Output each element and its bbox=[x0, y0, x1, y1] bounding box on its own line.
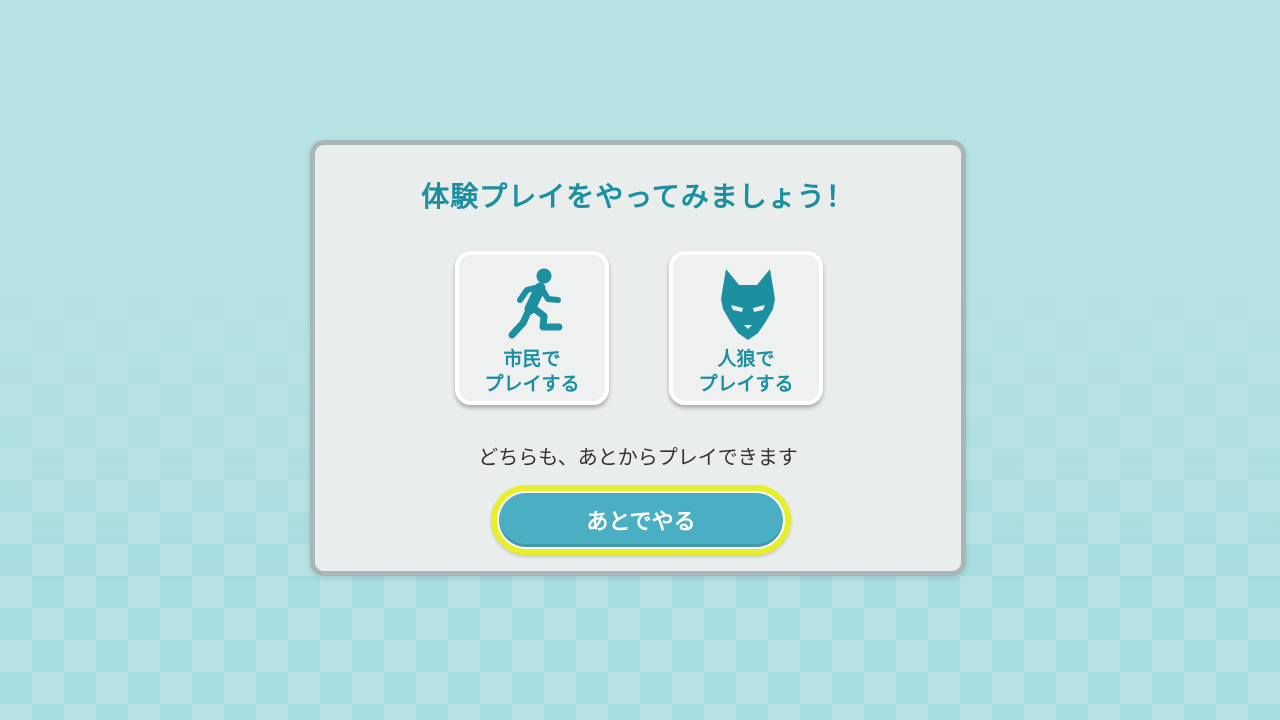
werewolf-label-line1: 人狼で bbox=[717, 348, 775, 370]
do-later-button[interactable]: あとでやる bbox=[491, 485, 791, 555]
play-as-citizen-button[interactable]: 市民で プレイする bbox=[455, 251, 609, 405]
werewolf-label: 人狼で プレイする bbox=[673, 347, 819, 397]
dialog-title: 体験プレイをやってみましょう！ bbox=[421, 180, 855, 213]
running-person-icon bbox=[508, 268, 563, 339]
werewolf-label-line2: プレイする bbox=[698, 373, 794, 395]
trial-play-dialog: 体験プレイをやってみましょう！ 市民で プレイする 人狼で プレイする どちらも… bbox=[310, 140, 966, 576]
citizen-label-line2: プレイする bbox=[484, 373, 580, 395]
hint-text: どちらも、あとからプレイできます bbox=[478, 445, 798, 469]
citizen-label: 市民で プレイする bbox=[459, 347, 605, 397]
wolf-head-icon bbox=[721, 269, 775, 340]
play-as-werewolf-button[interactable]: 人狼で プレイする bbox=[669, 251, 823, 405]
citizen-label-line1: 市民で bbox=[503, 348, 561, 370]
do-later-button-label: あとでやる bbox=[499, 493, 783, 547]
